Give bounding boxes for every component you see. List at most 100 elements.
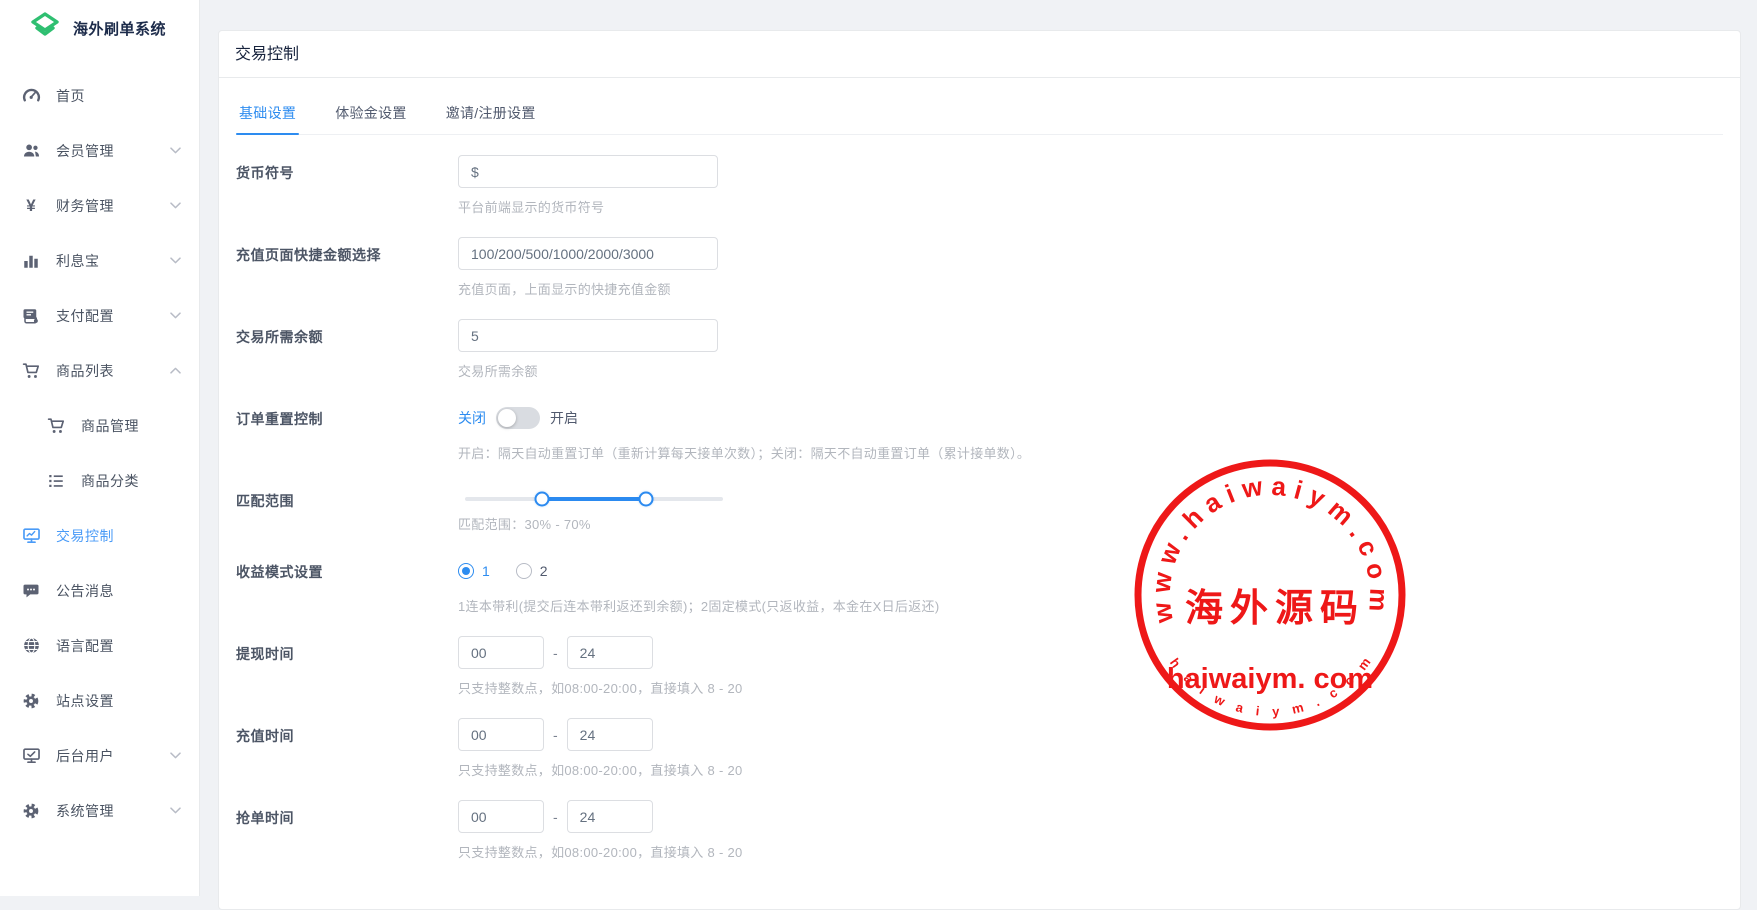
field-help: 只支持整数点，如08:00-20:00，直接填入 8 - 20 — [458, 842, 743, 861]
field-help: 交易所需余额 — [458, 361, 718, 380]
sidebar-item-finance[interactable]: ¥ 财务管理 — [0, 178, 199, 233]
field-help: 匹配范围：30% - 70% — [458, 514, 730, 533]
field-label: 充值时间 — [236, 718, 458, 779]
slider-active-track — [542, 497, 645, 501]
range-separator: - — [553, 727, 558, 743]
toggle-on-label: 开启 — [550, 408, 578, 428]
withdraw-time-to-input[interactable] — [567, 636, 653, 669]
sidebar-item-announcements[interactable]: 公告消息 — [0, 563, 199, 618]
sidebar-item-label: 商品列表 — [56, 361, 114, 381]
cart-icon — [46, 416, 66, 436]
slider-handle-max[interactable] — [638, 492, 653, 507]
row-profit-mode: 收益模式设置 1 2 1连本带利(提交后连本带利返还到余额)；2固定模式(只返收… — [236, 554, 1723, 615]
tabbar: 基础设置 体验金设置 邀请/注册设置 — [236, 99, 1723, 135]
tab-invite-register-settings[interactable]: 邀请/注册设置 — [443, 99, 539, 134]
app-title: 海外刷单系统 — [73, 18, 166, 39]
field-help: 开启：隔天自动重置订单（重新计算每天接单次数）；关闭：隔天不自动重置订单（累计接… — [458, 443, 1030, 462]
sidebar-item-system-manage[interactable]: 系统管理 — [0, 783, 199, 838]
sidebar-item-label: 站点设置 — [56, 691, 114, 711]
field-label: 交易所需余额 — [236, 319, 458, 380]
radio-icon — [516, 563, 532, 579]
cart-icon — [21, 361, 41, 381]
row-order-reset: 订单重置控制 关闭 开启 开启：隔天自动重置订单（重新计算每天接单次数）；关闭：… — [236, 401, 1723, 462]
sidebar-menu: 首页会员管理 ¥ 财务管理利息宝支付配置商品列表商品管理商品分类交易控制公告消息语言… — [0, 56, 199, 838]
yen-icon: ¥ — [21, 196, 41, 216]
field-help: 1连本带利(提交后连本带利返还到余额)；2固定模式(只返收益，本金在X日后返还) — [458, 596, 939, 615]
sidebar-item-label: 商品分类 — [81, 471, 139, 491]
withdraw-time-from-input[interactable] — [458, 636, 544, 669]
recharge-time-from-input[interactable] — [458, 718, 544, 751]
sidebar-item-admin-users[interactable]: 后台用户 — [0, 728, 199, 783]
field-help: 平台前端显示的货币符号 — [458, 197, 718, 216]
sidebar-item-site-settings[interactable]: 站点设置 — [0, 673, 199, 728]
gear-icon — [21, 691, 41, 711]
sidebar-item-label: 财务管理 — [56, 196, 114, 216]
users-icon — [21, 141, 41, 161]
comment-icon — [21, 581, 41, 601]
field-help: 充值页面，上面显示的快捷充值金额 — [458, 279, 718, 298]
row-recharge-time: 充值时间 - 只支持整数点，如08:00-20:00，直接填入 8 - 20 — [236, 718, 1723, 779]
radio-icon — [458, 563, 474, 579]
min-balance-input[interactable] — [458, 319, 718, 352]
row-withdraw-time: 提现时间 - 只支持整数点，如08:00-20:00，直接填入 8 - 20 — [236, 636, 1723, 697]
row-currency-symbol: 货币符号 平台前端显示的货币符号 — [236, 155, 1723, 216]
monitor-user-icon — [21, 746, 41, 766]
category-list-icon — [46, 471, 66, 491]
bar-chart-icon — [21, 251, 41, 271]
toggle-off-label[interactable]: 关闭 — [458, 408, 486, 428]
recharge-time-to-input[interactable] — [567, 718, 653, 751]
sidebar-item-label: 支付配置 — [56, 306, 114, 326]
globe-icon — [21, 636, 41, 656]
field-label: 订单重置控制 — [236, 401, 458, 462]
match-range-slider[interactable] — [465, 497, 723, 501]
sidebar-item-product-list[interactable]: 商品列表 — [0, 343, 199, 398]
toggle-knob — [498, 409, 516, 427]
grab-time-from-input[interactable] — [458, 800, 544, 833]
order-reset-toggle[interactable] — [496, 407, 540, 429]
sidebar-item-label: 商品管理 — [81, 416, 139, 436]
profit-mode-option-2[interactable]: 2 — [516, 563, 548, 579]
payment-icon — [21, 306, 41, 326]
slider-handle-min[interactable] — [535, 492, 550, 507]
sidebar-item-product-category[interactable]: 商品分类 — [0, 453, 199, 508]
field-label: 收益模式设置 — [236, 554, 458, 615]
content-card: 交易控制 基础设置 体验金设置 邀请/注册设置 货币符号 平台前端显示的货币符号… — [218, 30, 1741, 910]
field-label: 提现时间 — [236, 636, 458, 697]
sidebar-item-language-config[interactable]: 语言配置 — [0, 618, 199, 673]
sidebar-item-label: 交易控制 — [56, 526, 114, 546]
app-logo[interactable]: 海外刷单系统 — [0, 0, 199, 56]
gear-icon — [21, 801, 41, 821]
row-match-range: 匹配范围 匹配范围：30% - 70% — [236, 483, 1723, 533]
tab-trial-fund-settings[interactable]: 体验金设置 — [332, 99, 410, 134]
sidebar-item-label: 会员管理 — [56, 141, 114, 161]
currency-symbol-input[interactable] — [458, 155, 718, 188]
brand-diamond-icon — [30, 11, 60, 46]
field-help: 只支持整数点，如08:00-20:00，直接填入 8 - 20 — [458, 678, 743, 697]
sidebar-item-label: 首页 — [56, 86, 85, 106]
tab-basic-settings[interactable]: 基础设置 — [236, 99, 299, 134]
sidebar-item-members[interactable]: 会员管理 — [0, 123, 199, 178]
sidebar-item-label: 公告消息 — [56, 581, 114, 601]
range-separator: - — [553, 809, 558, 825]
sidebar: 海外刷单系统 首页会员管理 ¥ 财务管理利息宝支付配置商品列表商品管理商品分类交易控… — [0, 0, 200, 896]
monitor-icon — [21, 526, 41, 546]
sidebar-item-label: 利息宝 — [56, 251, 100, 271]
field-label: 匹配范围 — [236, 483, 458, 533]
sidebar-item-label: 后台用户 — [56, 746, 114, 766]
dashboard-icon — [21, 86, 41, 106]
field-help: 只支持整数点，如08:00-20:00，直接填入 8 - 20 — [458, 760, 743, 779]
profit-mode-option-1[interactable]: 1 — [458, 563, 490, 579]
quick-amounts-input[interactable] — [458, 237, 718, 270]
row-quick-amounts: 充值页面快捷金额选择 充值页面，上面显示的快捷充值金额 — [236, 237, 1723, 298]
sidebar-item-home[interactable]: 首页 — [0, 68, 199, 123]
sidebar-item-trade-control[interactable]: 交易控制 — [0, 508, 199, 563]
row-grab-time: 抢单时间 - 只支持整数点，如08:00-20:00，直接填入 8 - 20 — [236, 800, 1723, 861]
grab-time-to-input[interactable] — [567, 800, 653, 833]
sidebar-item-label: 系统管理 — [56, 801, 114, 821]
field-label: 充值页面快捷金额选择 — [236, 237, 458, 298]
field-label: 抢单时间 — [236, 800, 458, 861]
page-title: 交易控制 — [219, 31, 1740, 78]
sidebar-item-interest[interactable]: 利息宝 — [0, 233, 199, 288]
sidebar-item-payment-config[interactable]: 支付配置 — [0, 288, 199, 343]
sidebar-item-product-manage[interactable]: 商品管理 — [0, 398, 199, 453]
